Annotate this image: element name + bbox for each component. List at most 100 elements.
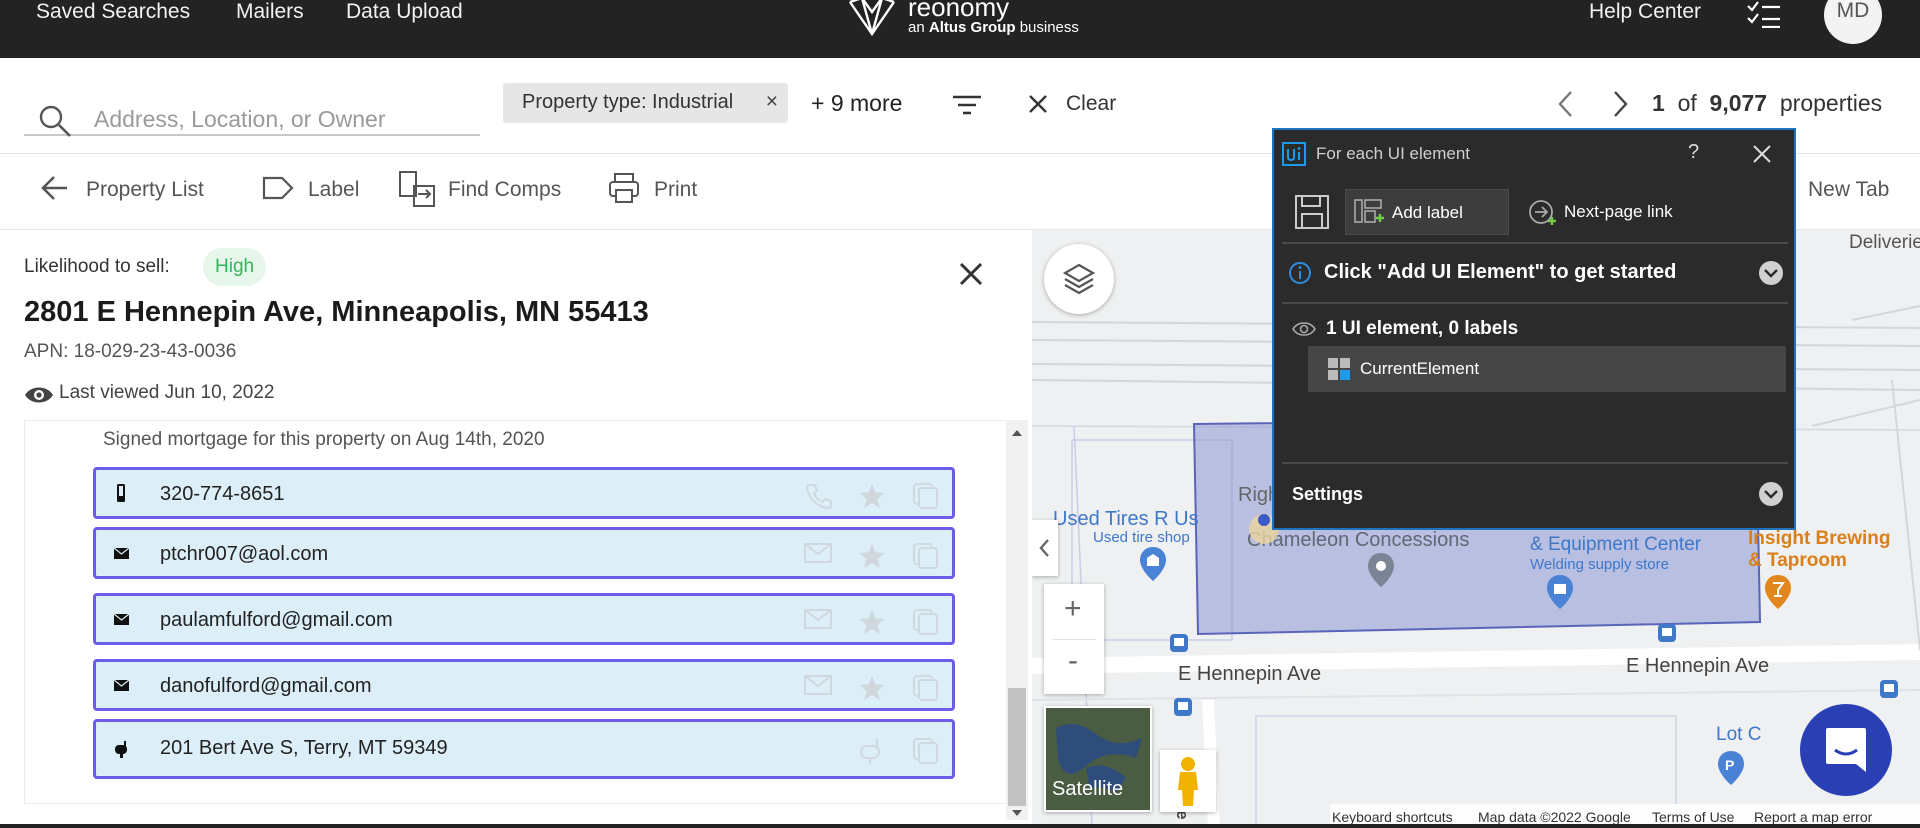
scroll-up-icon[interactable] xyxy=(1006,426,1028,440)
nav-data-upload[interactable]: Data Upload xyxy=(346,0,463,24)
copy-icon[interactable] xyxy=(912,608,940,636)
copy-icon[interactable] xyxy=(912,542,940,570)
reonomy-logo-icon xyxy=(849,0,895,37)
star-icon[interactable] xyxy=(858,542,886,570)
print-button[interactable]: Print xyxy=(608,173,697,203)
label-button[interactable]: Label xyxy=(262,176,359,202)
chevron-down-icon[interactable] xyxy=(1758,260,1784,286)
likelihood-badge: High xyxy=(203,248,267,286)
save-icon[interactable] xyxy=(1294,194,1330,230)
map-poi-label: Deliveries xyxy=(1849,232,1920,253)
contact-row-email[interactable]: paulamfulford@gmail.com xyxy=(93,593,955,645)
report-map-error-link[interactable]: Report a map error xyxy=(1754,809,1872,825)
send-email-icon[interactable] xyxy=(804,542,832,566)
send-email-icon[interactable] xyxy=(804,608,832,632)
envelope-icon xyxy=(114,547,130,559)
poi-pin-icon[interactable] xyxy=(1545,574,1575,610)
mailbox-icon xyxy=(115,741,127,758)
chat-launcher-button[interactable] xyxy=(1800,704,1892,796)
terms-of-use-link[interactable]: Terms of Use xyxy=(1652,809,1734,825)
find-comps-button[interactable]: Find Comps xyxy=(398,171,562,207)
parking-pin-icon[interactable]: P xyxy=(1716,750,1746,786)
copy-icon[interactable] xyxy=(912,737,940,765)
contact-value: paulamfulford@gmail.com xyxy=(160,609,393,631)
back-to-property-list-button[interactable]: Property List xyxy=(40,176,204,202)
star-icon[interactable] xyxy=(858,608,886,636)
call-icon[interactable] xyxy=(804,482,832,510)
scroll-down-icon[interactable] xyxy=(1006,806,1028,820)
copy-icon[interactable] xyxy=(912,482,940,510)
more-filters-button[interactable]: + 9 more xyxy=(811,90,902,117)
close-detail-icon[interactable] xyxy=(955,258,987,290)
current-element-label: CurrentElement xyxy=(1360,359,1480,378)
eye-icon[interactable] xyxy=(1292,320,1316,338)
current-element-item[interactable]: CurrentElement xyxy=(1308,346,1786,392)
property-type-filter-chip[interactable]: Property type: Industrial × xyxy=(503,83,788,123)
mobile-phone-icon xyxy=(117,484,125,502)
bus-stop-icon[interactable] xyxy=(1174,698,1192,716)
zoom-out-button[interactable]: - xyxy=(1068,644,1078,678)
checklist-icon[interactable] xyxy=(1746,0,1782,28)
keyboard-shortcuts-link[interactable]: Keyboard shortcuts xyxy=(1332,809,1453,825)
scroll-thumb[interactable] xyxy=(1008,688,1026,806)
zoom-in-button[interactable]: + xyxy=(1064,592,1082,626)
close-panel-icon[interactable] xyxy=(1752,144,1772,164)
chevron-down-icon[interactable] xyxy=(1758,481,1784,507)
close-icon xyxy=(1029,95,1047,113)
search-input[interactable] xyxy=(94,104,474,134)
tag-icon xyxy=(262,176,294,200)
star-icon[interactable] xyxy=(858,482,886,510)
remove-filter-icon[interactable]: × xyxy=(766,90,778,114)
filter-lines-icon[interactable] xyxy=(952,94,982,116)
collapse-panel-handle[interactable] xyxy=(1032,520,1058,576)
nav-mailers[interactable]: Mailers xyxy=(236,0,304,24)
mailbox-icon[interactable] xyxy=(858,737,888,765)
property-address: 2801 E Hennepin Ave, Minneapolis, MN 554… xyxy=(24,296,649,328)
satellite-label: Satellite xyxy=(1052,778,1124,800)
bottom-edge xyxy=(0,824,1920,828)
bus-stop-icon[interactable] xyxy=(1658,624,1676,642)
section-divider xyxy=(1282,302,1788,304)
map-poi-label: & Taproom xyxy=(1748,550,1847,571)
prev-page-icon[interactable] xyxy=(1556,90,1576,118)
add-label-button[interactable]: Add label xyxy=(1345,189,1509,235)
street-view-pegman[interactable] xyxy=(1160,750,1216,812)
open-new-tab-button[interactable]: New Tab xyxy=(1808,178,1889,202)
ui-element-icon xyxy=(1328,358,1350,380)
star-icon[interactable] xyxy=(858,674,886,702)
bus-stop-icon[interactable] xyxy=(1880,680,1898,698)
uipath-for-each-ui-element-panel: For each UI element ? Add label Next-pag… xyxy=(1272,128,1796,530)
send-email-icon[interactable] xyxy=(804,674,832,698)
contact-row-mailing-address[interactable]: 201 Bert Ave S, Terry, MT 59349 xyxy=(93,719,955,779)
layers-icon xyxy=(1062,263,1096,295)
map-layers-button[interactable] xyxy=(1044,244,1114,314)
filter-chip-label: Property type: Industrial xyxy=(522,91,734,113)
add-label-icon xyxy=(1354,199,1384,223)
find-comps-label: Find Comps xyxy=(448,178,562,201)
envelope-icon xyxy=(114,679,130,691)
section-divider xyxy=(1282,242,1788,244)
settings-header[interactable]: Settings xyxy=(1292,484,1363,505)
poi-pin-icon[interactable] xyxy=(1763,574,1793,610)
zoom-controls: + - xyxy=(1044,584,1104,694)
copy-icon[interactable] xyxy=(912,674,940,702)
contact-row-email[interactable]: ptchr007@aol.com xyxy=(93,527,955,579)
zoom-divider xyxy=(1052,639,1096,640)
poi-pin-icon[interactable] xyxy=(1366,552,1396,588)
info-icon xyxy=(1289,262,1311,284)
satellite-toggle[interactable]: Satellite xyxy=(1044,706,1152,812)
next-page-icon[interactable] xyxy=(1610,90,1630,118)
contact-value: 320-774-8651 xyxy=(160,483,285,505)
contact-row-phone[interactable]: 320-774-8651 xyxy=(93,467,955,519)
user-avatar[interactable]: MD xyxy=(1824,0,1882,44)
help-button[interactable]: ? xyxy=(1688,141,1699,164)
contact-value: danofulford@gmail.com xyxy=(160,675,372,697)
section-divider xyxy=(1282,462,1788,464)
poi-pin-icon[interactable] xyxy=(1138,546,1168,582)
next-page-link-button[interactable]: Next-page link xyxy=(1524,189,1694,235)
property-apn: APN: 18-029-23-43-0036 xyxy=(24,341,237,362)
bus-stop-icon[interactable] xyxy=(1170,634,1188,652)
nav-saved-searches[interactable]: Saved Searches xyxy=(36,0,190,24)
contact-row-email[interactable]: danofulford@gmail.com xyxy=(93,659,955,711)
nav-help-center[interactable]: Help Center xyxy=(1589,0,1701,24)
